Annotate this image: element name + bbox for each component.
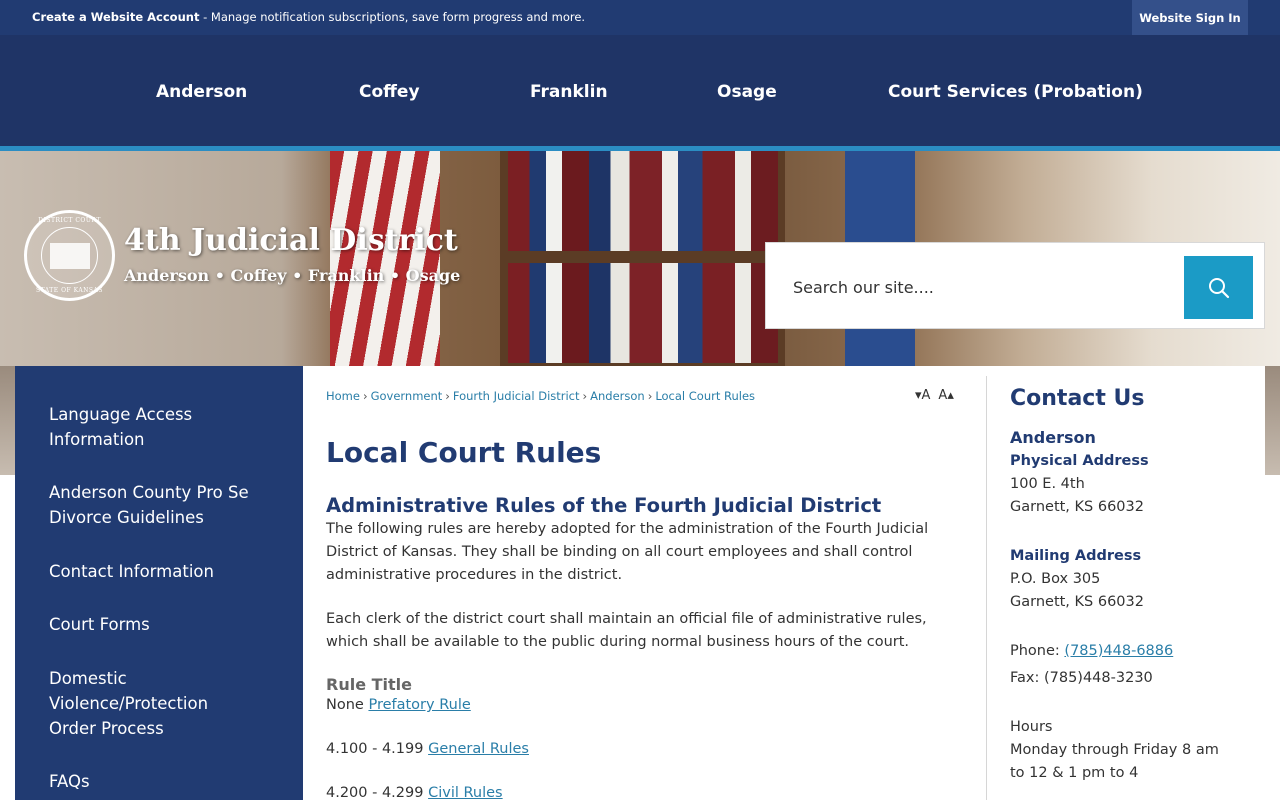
physical-address-line2: Garnett, KS 66032 bbox=[1010, 499, 1144, 515]
sidebar-item-contact-information[interactable]: Contact Information bbox=[49, 559, 289, 584]
breadcrumb: Home › Government › Fourth Judicial District… bbox=[326, 389, 755, 403]
search-input[interactable] bbox=[774, 256, 1184, 319]
rule-number: 4.100 - 4.199 bbox=[326, 741, 424, 757]
section-title: Administrative Rules of the Fourth Judic… bbox=[326, 494, 882, 517]
civil-rules-link[interactable]: Civil Rules bbox=[428, 785, 503, 800]
us-flag-image bbox=[330, 151, 440, 366]
breadcrumb-link-government[interactable]: Government bbox=[371, 389, 443, 403]
sidebar-item-pro-se-divorce[interactable]: Anderson County Pro Se Divorce Guideline… bbox=[49, 480, 289, 530]
nav-item-anderson[interactable]: Anderson bbox=[156, 82, 247, 102]
breadcrumb-link-fourth-judicial-district[interactable]: Fourth Judicial District bbox=[453, 389, 580, 403]
mailing-address-line1: P.O. Box 305 bbox=[1010, 571, 1101, 587]
mailing-address-line2: Garnett, KS 66032 bbox=[1010, 594, 1144, 610]
bookshelf-image bbox=[500, 151, 785, 366]
nav-item-franklin[interactable]: Franklin bbox=[530, 82, 608, 102]
contact-county-name: Anderson bbox=[1010, 428, 1096, 447]
breadcrumb-separator: › bbox=[362, 389, 368, 403]
sidebar-item-language-access[interactable]: Language Access Information bbox=[49, 402, 289, 452]
seal-top-text: DISTRICT COURT bbox=[38, 217, 101, 224]
sign-in-button[interactable]: Website Sign In bbox=[1132, 0, 1248, 35]
nav-item-court-services[interactable]: Court Services (Probation) bbox=[888, 82, 1143, 102]
rule-row: 4.100 - 4.199 General Rules bbox=[326, 741, 529, 757]
fax-number: Fax: (785)448-3230 bbox=[1010, 670, 1153, 686]
rule-row: None Prefatory Rule bbox=[326, 697, 471, 713]
mailing-address-label: Mailing Address bbox=[1010, 548, 1142, 564]
search-box bbox=[765, 242, 1265, 329]
page-title: Local Court Rules bbox=[326, 436, 602, 469]
main-content: Home › Government › Fourth Judicial District… bbox=[303, 366, 987, 800]
breadcrumb-separator: › bbox=[445, 389, 450, 403]
rule-row: 4.200 - 4.299 Civil Rules bbox=[326, 785, 503, 800]
contact-us-panel: Contact Us Anderson Physical Address 100… bbox=[987, 366, 1265, 800]
rule-number: 4.200 - 4.299 bbox=[326, 785, 424, 800]
district-court-seal-logo[interactable]: DISTRICT COURT STATE OF KANSAS bbox=[24, 210, 115, 301]
search-button[interactable] bbox=[1184, 256, 1253, 319]
rule-title-heading: Rule Title bbox=[326, 675, 412, 694]
seal-inner-ring bbox=[41, 227, 98, 284]
create-account-description: - Manage notification subscriptions, sav… bbox=[199, 10, 586, 24]
general-rules-link[interactable]: General Rules bbox=[428, 741, 529, 757]
nav-item-coffey[interactable]: Coffey bbox=[359, 82, 420, 102]
increase-text-size-button[interactable]: A▴ bbox=[938, 388, 953, 403]
rule-number: None bbox=[326, 697, 364, 713]
breadcrumb-separator: › bbox=[582, 389, 588, 403]
site-title[interactable]: 4th Judicial District bbox=[124, 223, 458, 258]
breadcrumb-current-page[interactable]: Local Court Rules bbox=[655, 389, 755, 403]
hours-line2: to 12 & 1 pm to 4 bbox=[1010, 765, 1139, 781]
physical-address-label: Physical Address bbox=[1010, 453, 1149, 469]
seal-bottom-text: STATE OF KANSAS bbox=[36, 287, 103, 294]
create-account-label: Create a Website Account bbox=[32, 10, 200, 24]
site-subtitle: Anderson • Coffey • Franklin • Osage bbox=[124, 266, 461, 285]
hours-label: Hours bbox=[1010, 719, 1053, 735]
sidebar-item-court-forms[interactable]: Court Forms bbox=[49, 612, 289, 637]
contact-us-heading: Contact Us bbox=[1010, 386, 1145, 411]
hours-line1: Monday through Friday 8 am bbox=[1010, 742, 1219, 758]
main-navigation: Anderson Coffey Franklin Osage Court Ser… bbox=[0, 35, 1280, 146]
clerk-paragraph: Each clerk of the district court shall m… bbox=[326, 611, 927, 650]
physical-address-line1: 100 E. 4th bbox=[1010, 476, 1085, 492]
kansas-map-icon bbox=[49, 242, 90, 269]
sidebar-navigation: Language Access Information Anderson Cou… bbox=[15, 366, 303, 800]
bookshelf-row bbox=[508, 263, 778, 363]
decrease-text-size-button[interactable]: ▾A bbox=[915, 388, 930, 403]
phone-link[interactable]: (785)448-6886 bbox=[1064, 643, 1173, 659]
top-utility-bar: Create a Website Account - Manage notifi… bbox=[0, 0, 1280, 35]
create-account-link[interactable]: Create a Website Account - Manage notifi… bbox=[32, 10, 585, 24]
nav-item-osage[interactable]: Osage bbox=[717, 82, 777, 102]
search-icon bbox=[1208, 277, 1229, 298]
bookshelf-row bbox=[508, 151, 778, 251]
intro-paragraph: The following rules are hereby adopted f… bbox=[326, 521, 929, 583]
phone-row: Phone: (785)448-6886 bbox=[1010, 643, 1173, 659]
prefatory-rule-link[interactable]: Prefatory Rule bbox=[368, 697, 470, 713]
text-resize-controls: ▾A A▴ bbox=[915, 388, 962, 403]
sidebar-item-faqs[interactable]: FAQs bbox=[49, 769, 289, 794]
breadcrumb-separator: › bbox=[647, 389, 653, 403]
phone-label: Phone: bbox=[1010, 643, 1065, 659]
breadcrumb-link-anderson[interactable]: Anderson bbox=[590, 389, 645, 403]
breadcrumb-link-home[interactable]: Home bbox=[326, 389, 360, 403]
sidebar-item-domestic-violence[interactable]: Domestic Violence/Protection Order Proce… bbox=[49, 666, 249, 741]
